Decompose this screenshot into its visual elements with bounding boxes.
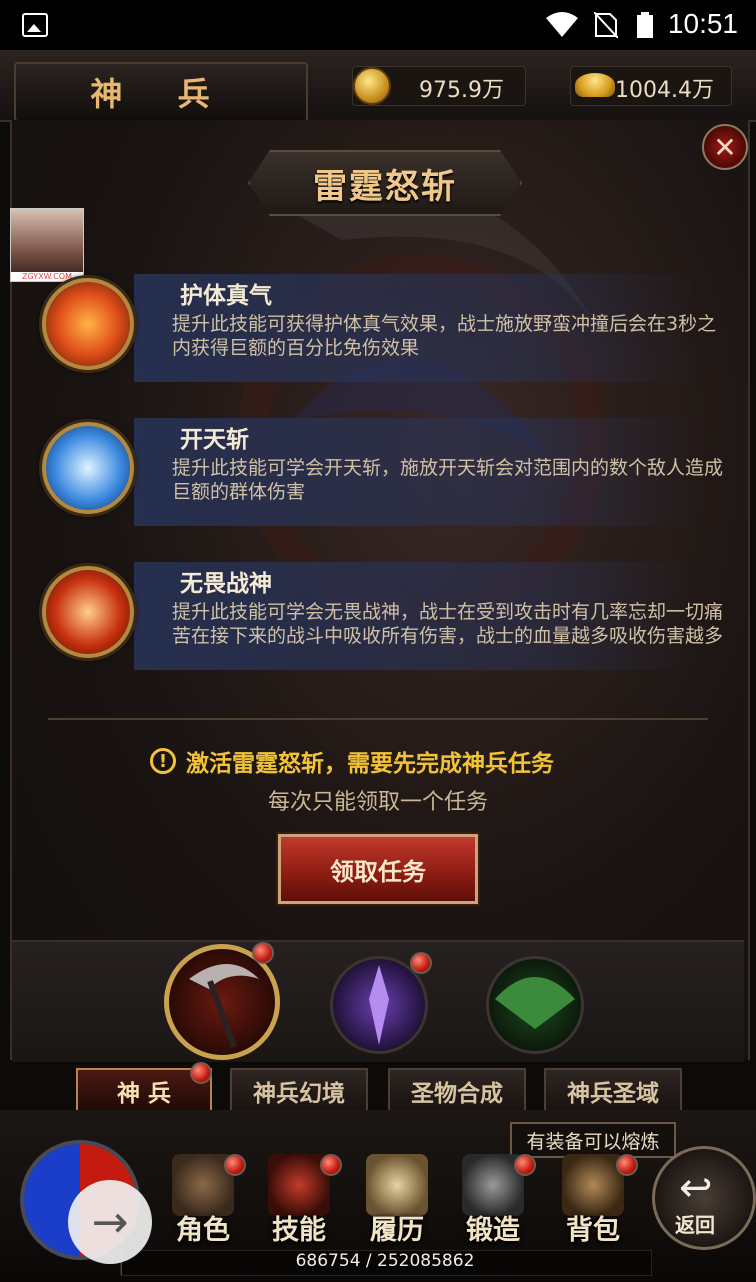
nav-history[interactable]: 履历	[352, 1150, 442, 1250]
skill-description: 提升此技能可学会开天斩，施放开天斩会对范围内的数个敌人造成巨额的群体伤害	[172, 457, 724, 503]
arrow-right-icon: →	[91, 1196, 129, 1248]
nav-forge[interactable]: 锻造	[448, 1150, 538, 1250]
back-label: 返回	[675, 1213, 715, 1237]
close-icon: ✕	[713, 130, 737, 164]
skill-row: 开天斩 提升此技能可学会开天斩，施放开天斩会对范围内的数个敌人造成巨额的群体伤害	[14, 412, 723, 532]
nav-label: 背包	[566, 1215, 620, 1246]
battery-icon	[637, 12, 653, 38]
no-sim-icon	[594, 12, 618, 38]
skill-name: 护体真气	[180, 283, 272, 309]
ingot-currency: 1004.4万	[570, 66, 732, 106]
floating-arrow-button[interactable]: →	[68, 1180, 152, 1264]
nav-role[interactable]: 角色	[158, 1150, 248, 1250]
gold-amount: 975.9万	[419, 78, 504, 103]
fan-shape	[495, 977, 575, 1029]
warrior-icon[interactable]	[42, 566, 134, 658]
quest-note: 每次只能领取一个任务	[267, 790, 488, 815]
alert-dot-icon	[320, 1154, 342, 1176]
alert-dot-icon	[410, 952, 432, 974]
skill-description: 提升此技能可获得护体真气效果，战士施放野蛮冲撞后会在3秒之内获得巨额的百分比免伤…	[172, 313, 717, 359]
nav-label: 履历	[370, 1215, 424, 1246]
alert-dot-icon	[252, 942, 274, 964]
nav-skills[interactable]: 技能	[254, 1150, 344, 1250]
staff-shape	[369, 965, 389, 1045]
divider	[48, 718, 708, 720]
alert-dot-icon	[514, 1154, 536, 1176]
nav-label: 技能	[272, 1215, 326, 1246]
tab-shenbing-shengyu[interactable]: 神兵圣域	[544, 1068, 682, 1114]
tab-shenbing-huanjing[interactable]: 神兵幻境	[230, 1068, 368, 1114]
ingot-amount: 1004.4万	[615, 78, 714, 103]
scythe-shape	[189, 964, 259, 1048]
skill-name: 开天斩	[180, 427, 249, 453]
alert-dot-icon	[616, 1154, 638, 1176]
tab-shengwu-hecheng[interactable]: 圣物合成	[388, 1068, 526, 1114]
gold-currency: 975.9万	[352, 66, 526, 106]
gold-coin-icon	[353, 67, 391, 105]
alert-dot-icon	[224, 1154, 246, 1176]
accept-quest-button[interactable]: 领取任务	[278, 834, 478, 904]
page-title-text: 神 兵	[90, 75, 232, 113]
return-arrow-icon: ↩	[679, 1165, 713, 1211]
quest-warning: ! 激活雷霆怒斩，需要先完成神兵任务	[150, 744, 620, 778]
bag-icon	[562, 1154, 624, 1216]
gallery-icon	[22, 13, 48, 37]
running-figure-icon[interactable]	[42, 278, 134, 370]
warning-icon: !	[150, 748, 176, 774]
nav-bag[interactable]: 背包	[548, 1150, 638, 1250]
skill-description: 提升此技能可学会无畏战神，战士在受到攻击时有几率忘却一切痛苦在接下来的战斗中吸收…	[172, 601, 724, 647]
page-title: 神 兵	[14, 62, 308, 122]
nav-label: 锻造	[466, 1215, 520, 1246]
scroll-icon	[366, 1154, 428, 1216]
nav-label: 角色	[176, 1215, 230, 1246]
gold-ingot-icon	[575, 73, 615, 97]
skill-title-text: 雷霆怒斩	[313, 166, 457, 207]
warning-text: 激活雷霆怒斩，需要先完成神兵任务	[186, 751, 554, 777]
green-fan-weapon-icon[interactable]	[486, 956, 584, 1054]
wifi-icon	[546, 12, 578, 37]
close-button[interactable]: ✕	[702, 124, 748, 170]
exp-text: 686754 / 252085862	[295, 1251, 475, 1271]
skill-title: 雷霆怒斩	[248, 150, 522, 216]
skill-row: 护体真气 提升此技能可获得护体真气效果，战士施放野蛮冲撞后会在3秒之内获得巨额的…	[14, 268, 716, 388]
skill-row: 无畏战神 提升此技能可学会无畏战神，战士在受到攻击时有几率忘却一切痛苦在接下来的…	[14, 556, 723, 676]
status-bar: 10:51	[0, 0, 756, 50]
skill-name: 无畏战神	[180, 571, 272, 597]
alert-dot-icon	[190, 1062, 212, 1084]
back-button[interactable]: ↩ 返回	[652, 1146, 756, 1250]
blade-icon[interactable]	[42, 422, 134, 514]
clock: 10:51	[667, 8, 738, 39]
